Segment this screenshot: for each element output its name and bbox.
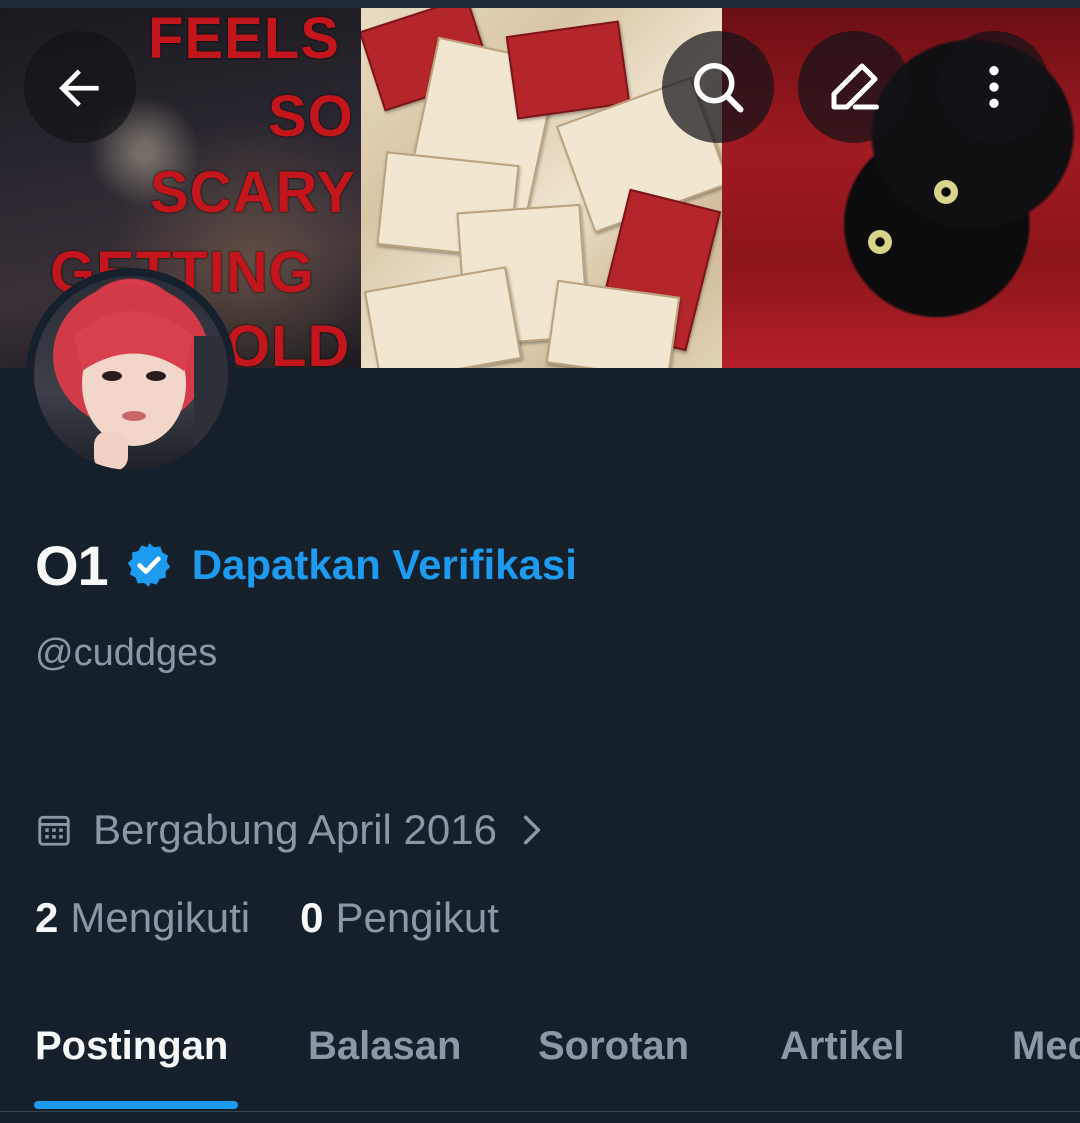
followers-count: 0: [300, 894, 324, 941]
edit-profile-button[interactable]: [798, 31, 910, 143]
profile-name-row: O1 Dapatkan Verifikasi: [35, 530, 577, 600]
avatar-image: [34, 276, 228, 470]
banner-text-line: OLD: [225, 314, 351, 369]
avatar-portrait: [53, 284, 228, 470]
banner-text-line: FEELS: [148, 8, 340, 71]
cat-eye: [868, 230, 892, 254]
follow-stats: 2 Mengikuti 0 Pengikut: [35, 890, 499, 946]
status-bar-strip: [0, 0, 1080, 8]
tab-artikel[interactable]: Artikel: [780, 1024, 905, 1069]
active-tab-indicator: [34, 1101, 238, 1109]
book-shape: [363, 266, 523, 368]
tab-media[interactable]: Media: [1012, 1024, 1080, 1069]
search-icon: [694, 63, 744, 113]
edit-icon: [831, 63, 879, 110]
following-stat[interactable]: 2 Mengikuti: [35, 894, 250, 942]
search-button[interactable]: [662, 31, 774, 143]
arrow-left-icon: [59, 69, 99, 107]
calendar-icon: [38, 815, 70, 846]
more-vertical-icon: [989, 66, 999, 108]
tabs-divider: [0, 1111, 1080, 1112]
joined-date: Bergabung April 2016: [93, 806, 497, 853]
following-count: 2: [35, 894, 59, 941]
back-button[interactable]: [24, 31, 136, 143]
tab-sorotan[interactable]: Sorotan: [538, 1024, 689, 1069]
get-verified-link[interactable]: Dapatkan Verifikasi: [192, 541, 577, 589]
tab-postingan[interactable]: Postingan: [35, 1024, 228, 1069]
avatar[interactable]: [26, 268, 236, 478]
followers-stat[interactable]: 0 Pengikut: [300, 894, 499, 942]
banner-text-line: SCARY: [150, 160, 356, 225]
following-label: Mengikuti: [70, 894, 251, 941]
cat-eye: [934, 180, 958, 204]
display-name: O1: [35, 533, 109, 597]
followers-label: Pengikut: [335, 894, 499, 941]
tab-balasan[interactable]: Balasan: [308, 1024, 461, 1069]
banner-text-line: SO: [268, 84, 354, 149]
user-handle: @cuddges: [35, 632, 218, 674]
joined-date-row[interactable]: Bergabung April 2016: [35, 800, 545, 860]
chevron-right-icon: [523, 815, 541, 845]
profile-tabs: Postingan Balasan Sorotan Artikel Media: [0, 1010, 1080, 1123]
profile-page: FEELS SO SCARY GETTING OLD O1 Dapatkan V…: [0, 0, 1080, 1123]
verified-badge-icon[interactable]: [124, 540, 174, 590]
more-options-button[interactable]: [938, 31, 1050, 143]
